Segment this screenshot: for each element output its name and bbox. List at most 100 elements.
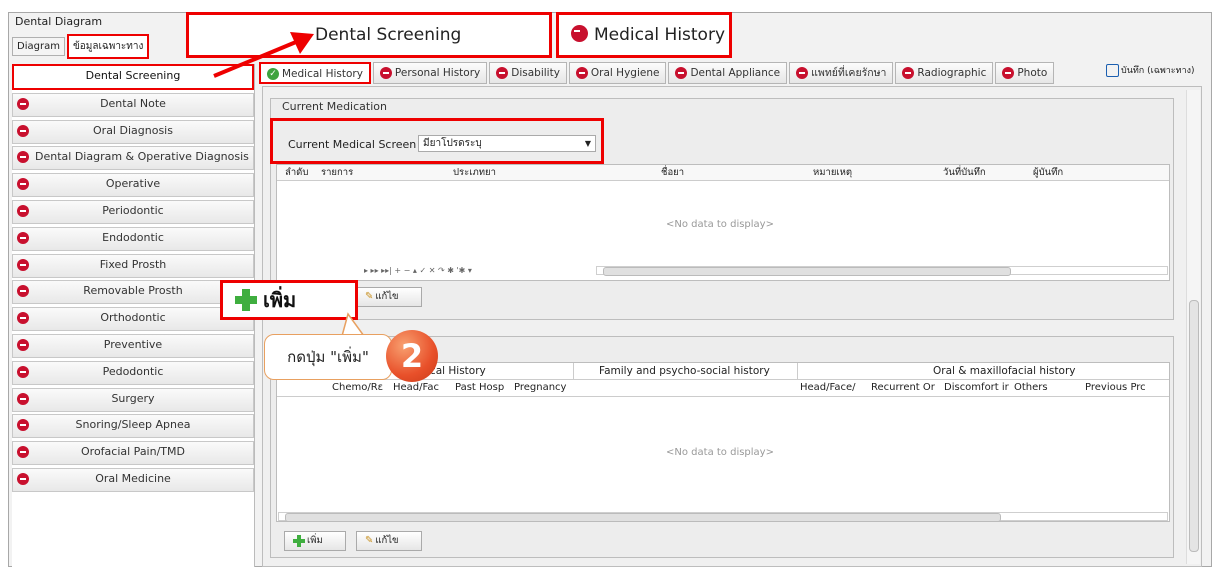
sidebar-item-label: Preventive: [103, 337, 163, 351]
zoom-callout-medical-history: Medical History: [556, 12, 732, 58]
sidebar-item-dental-note[interactable]: Dental Note: [12, 92, 254, 117]
status-minus-icon: [17, 312, 29, 325]
sidebar-item-fixed-prosth[interactable]: Fixed Prosth: [12, 253, 254, 278]
sidebar-item-label: Fixed Prosth: [99, 257, 167, 271]
status-minus-icon: [17, 151, 29, 164]
band-label: Family and psycho-social history: [599, 365, 770, 377]
column-header[interactable]: Others: [1014, 382, 1048, 393]
vertical-scrollbar[interactable]: [1186, 90, 1200, 564]
sidebar-item-oral-medicine[interactable]: Oral Medicine: [12, 467, 254, 492]
tab-label: Radiographic: [917, 67, 987, 79]
tab-previous-doctor[interactable]: แพทย์ที่เคยรักษา: [789, 62, 894, 84]
tab-specialty[interactable]: ข้อมูลเฉพาะทาง: [66, 34, 150, 59]
save-button-label: บันทึก (เฉพาะทาง): [1121, 66, 1195, 76]
horizontal-scrollbar[interactable]: [596, 266, 1168, 276]
add-button[interactable]: เพิ่ม: [284, 531, 346, 551]
column-header[interactable]: หมายเหตุ: [813, 165, 852, 181]
column-header[interactable]: Chemo/Rε: [332, 382, 383, 393]
column-header[interactable]: ประเภทยา: [453, 165, 496, 181]
pencil-icon: ✎: [365, 535, 374, 546]
column-header[interactable]: ชื่อยา: [661, 165, 684, 181]
sidebar-item-pedodontic[interactable]: Pedodontic: [12, 360, 254, 385]
column-header[interactable]: Recurrent Or: [871, 382, 935, 393]
sidebar-item-preventive[interactable]: Preventive: [12, 333, 254, 358]
tab-label: Personal History: [394, 67, 481, 79]
status-minus-icon: [575, 67, 588, 79]
tab-label: Dental Appliance: [690, 67, 781, 79]
status-minus-icon: [17, 285, 29, 298]
edit-button[interactable]: ✎ แก้ไข: [356, 287, 422, 307]
status-minus-icon: [17, 365, 29, 378]
tab-disability[interactable]: Disability: [489, 62, 567, 84]
tab-label: แพทย์ที่เคยรักษา: [811, 67, 887, 79]
tab-dental-appliance[interactable]: Dental Appliance: [668, 62, 788, 84]
medical-screen-dropdown[interactable]: มียาโปรดระบุ ▼: [418, 135, 596, 152]
sidebar-item-snoring[interactable]: Snoring/Sleep Apnea: [12, 414, 254, 439]
tab-diagram[interactable]: Diagram: [12, 37, 65, 56]
status-minus-icon: [17, 392, 29, 405]
column-header[interactable]: Discomfort ir: [944, 382, 1009, 393]
column-header[interactable]: วันที่บันทึก: [943, 165, 986, 181]
grid-navigator[interactable]: ▸ ▸▸ ▸▸| + − ▴ ✓ ✕ ↷ ✱ '✱ ▾: [364, 266, 472, 275]
sidebar-item-label: Orofacial Pain/TMD: [81, 445, 185, 459]
column-header[interactable]: Head/Fac: [393, 382, 439, 393]
scroll-thumb[interactable]: [285, 513, 1001, 522]
medication-grid-header: ลำดับ รายการ ประเภทยา ชื่อยา หมายเหตุ วั…: [277, 165, 1169, 181]
sidebar-item-endodontic[interactable]: Endodontic: [12, 226, 254, 251]
tab-label: Photo: [1017, 67, 1048, 79]
save-disk-icon: [1106, 64, 1119, 77]
status-minus-icon: [1002, 67, 1015, 79]
column-header[interactable]: Pregnancy: [514, 382, 566, 393]
tab-radiographic[interactable]: Radiographic: [895, 62, 994, 84]
band-divider: [797, 363, 798, 380]
sidebar-item-orthodontic[interactable]: Orthodontic: [12, 307, 254, 332]
chevron-down-icon: ▼: [584, 139, 591, 148]
column-header[interactable]: ลำดับ: [285, 165, 308, 181]
status-minus-icon: [675, 67, 688, 79]
sidebar-item-label: Endodontic: [102, 230, 164, 244]
left-tab-strip: Diagram ข้อมูลเฉพาะทาง: [12, 34, 151, 59]
column-header[interactable]: Past Hosp: [455, 382, 504, 393]
sidebar-item-label: Dental Note: [100, 96, 166, 110]
sidebar-item-label: Periodontic: [102, 203, 164, 217]
sidebar-item-operative[interactable]: Operative: [12, 173, 254, 198]
tab-medical-history[interactable]: ✓ Medical History: [259, 62, 371, 84]
sidebar-item-oral-diagnosis[interactable]: Oral Diagnosis: [12, 119, 254, 144]
scroll-thumb[interactable]: [603, 267, 1011, 276]
plus-icon: [293, 534, 305, 547]
medical-screen-label: Current Medical Screen: [288, 138, 417, 151]
scroll-thumb[interactable]: [1189, 300, 1199, 552]
plus-icon: [235, 289, 257, 311]
tab-photo[interactable]: Photo: [995, 62, 1055, 84]
sidebar-item-dental-diagram[interactable]: Dental Diagram & Operative Diagnosis: [12, 146, 254, 171]
status-minus-icon: [17, 446, 29, 459]
tab-oral-hygiene[interactable]: Oral Hygiene: [568, 62, 667, 84]
sidebar-item-label: Surgery: [111, 391, 155, 405]
tab-personal-history[interactable]: Personal History: [372, 62, 488, 84]
instruction-bubble: กดปุ่ม "เพิ่ม": [264, 334, 392, 380]
sidebar-item-label: Removable Prosth: [83, 284, 183, 298]
tab-label: Oral Hygiene: [590, 67, 660, 79]
sidebar-item-orofacial-pain[interactable]: Orofacial Pain/TMD: [12, 441, 254, 466]
dropdown-value: มียาโปรดระบุ: [423, 138, 482, 149]
status-minus-icon: [17, 338, 29, 351]
save-button[interactable]: บันทึก (เฉพาะทาง): [1106, 62, 1210, 82]
sidebar-item-removable-prosth[interactable]: Removable Prosth: [12, 280, 254, 305]
top-tab-strip: ✓ Medical History Personal History Disabili…: [259, 62, 1056, 86]
status-minus-icon: [902, 67, 915, 79]
sidebar-item-periodontic[interactable]: Periodontic: [12, 199, 254, 224]
instruction-text: กดปุ่ม "เพิ่ม": [287, 348, 369, 366]
column-header[interactable]: รายการ: [321, 165, 353, 181]
callout-label: เพิ่ม: [263, 288, 297, 312]
column-header[interactable]: ผู้บันทึก: [1033, 165, 1063, 181]
band-divider: [573, 363, 574, 380]
edit-button[interactable]: ✎ แก้ไข: [356, 531, 422, 551]
status-minus-icon: [796, 67, 809, 79]
button-label: แก้ไข: [375, 291, 399, 302]
horizontal-scrollbar[interactable]: [278, 512, 1168, 522]
column-header[interactable]: Head/Face/: [800, 382, 856, 393]
history-column-header: Chemo/Rε Head/Fac Past Hosp Pregnancy He…: [277, 381, 1169, 397]
sidebar-item-surgery[interactable]: Surgery: [12, 387, 254, 412]
status-minus-icon: [17, 472, 29, 485]
column-header[interactable]: Previous Prc: [1085, 382, 1146, 393]
